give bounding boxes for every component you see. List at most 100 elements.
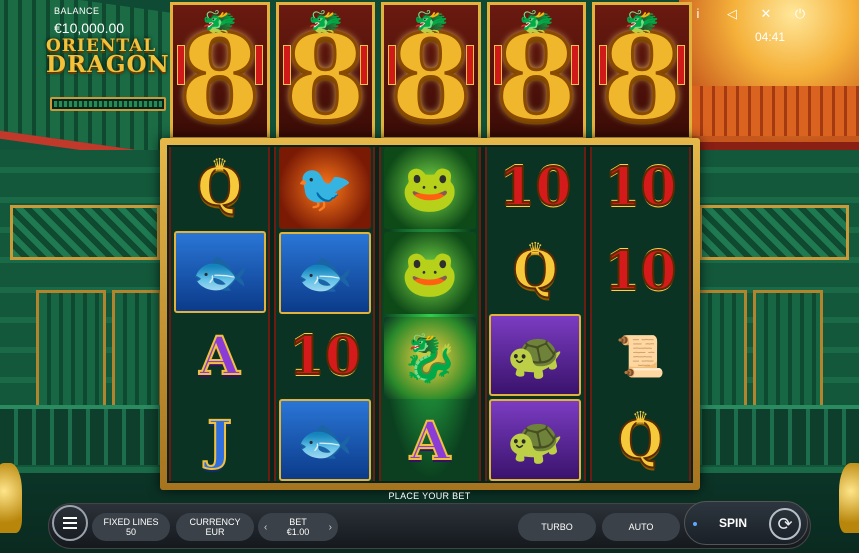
turtle-symbol-icon: 🐢 [489,314,582,396]
dragon-head-icon: 🐲 [624,6,660,37]
reel-5: 10 10 📜 Q ♛ [589,147,692,481]
reel-3: 🐸 🐸 🐉 A [379,147,481,481]
lantern-icon [282,45,291,85]
spin-button[interactable]: SPIN ⟳ [684,501,808,545]
bet-increase-icon[interactable]: › [329,522,332,533]
currency-value: EUR [205,527,225,537]
lantern-icon [599,45,608,85]
reel-symbol: 🐦 [276,147,373,229]
fullscreen-icon[interactable]: ✕ [757,6,775,22]
spin-label: SPIN [719,516,748,530]
turbo-button[interactable]: TURBO [518,513,596,541]
logo-line-2: DRAGON [46,51,170,79]
reel-symbol: Q ♛ [592,400,689,481]
reels-grid: Q ♛ 🐟 A J 🐦 🐟 10 🐟 🐸 🐸 🐉 A 10 Q ♛ 🐢 🐢 10 10 📜 Q ♛ [167,145,693,483]
fish-symbol-icon: 🐟 [173,231,266,313]
crown-icon: ♛ [527,238,544,259]
scroll-symbol-icon: 📜 [615,334,666,379]
power-icon[interactable]: ⏻ [791,6,809,22]
card-symbol: A [198,325,240,388]
reel-symbol: 10 [487,147,584,228]
bet-label: BET [289,516,307,527]
lantern-icon [254,45,263,85]
clock: 04:41 [754,30,785,44]
right-door-2 [697,290,747,410]
dragon-head-icon: 🐲 [307,6,343,37]
game-logo: ORIENTAL DRAGON [46,37,170,79]
left-door-2 [112,290,162,410]
reel-symbol: J [171,400,268,481]
fixed-lines-label: FIXED LINES [103,516,159,527]
reel-symbol: 10 [276,317,373,396]
eight-pillar: 🐲 8 [170,2,270,140]
eight-pillar: 🐲 8 [275,2,376,140]
reel-symbol: 🐸 [381,147,478,229]
lantern-icon [360,45,369,85]
right-roof [679,0,859,150]
card-symbol: 10 [603,156,677,219]
card-symbol: 10 [288,325,362,388]
place-bet-message: PLACE YOUR BET [388,491,471,501]
menu-icon [63,517,77,519]
reel-symbol: 🐸 [381,232,478,314]
fixed-lines-display: FIXED LINES 50 [92,513,170,541]
turtle-symbol-icon: 🐢 [489,399,582,481]
sound-icon[interactable]: ◁ [723,6,741,22]
dragon-head-icon: 🐲 [413,6,449,37]
auto-button[interactable]: AUTO [602,513,680,541]
balance-value: €10,000.00 [54,20,125,36]
fish-symbol-icon: 🐟 [278,399,371,481]
eight-pillar: 🐲 8 [592,2,692,140]
lantern-icon [493,45,502,85]
dragon-head-icon: 🐲 [202,6,238,37]
lantern-icon [177,45,185,85]
reel-symbol: 🐢 [487,314,584,396]
reel-4: 10 Q ♛ 🐢 🐢 [484,147,586,481]
reel-symbol: 📜 [592,315,689,397]
reel-symbol: Q ♛ [487,231,584,312]
lantern-icon [388,45,397,85]
bet-value: €1.00 [286,527,310,537]
dragon-head-icon: 🐲 [519,6,555,37]
reel-frame: Q ♛ 🐟 A J 🐦 🐟 10 🐟 🐸 🐸 🐉 A 10 Q ♛ 🐢 🐢 10 10 📜 Q ♛ [160,138,700,490]
reel-symbol: 🐢 [487,399,584,481]
currency-selector[interactable]: CURRENCY EUR [176,513,254,541]
lantern-icon [571,45,580,85]
menu-icon-line [63,522,77,524]
bonus-meter [50,97,166,111]
auto-label: AUTO [628,521,654,532]
crown-icon: ♛ [632,408,649,428]
reel-2: 🐦 🐟 10 🐟 [274,147,376,481]
reel-symbol: 🐟 [276,232,373,314]
dragon-wild-icon: 🐉 [384,317,476,399]
bet-decrease-icon[interactable]: ‹ [264,522,267,533]
right-lattice [699,205,849,260]
reel-symbol: 🐟 [171,231,268,313]
top-toolbar: i ◁ ✕ ⏻ [689,6,809,22]
card-symbol: 10 [603,240,677,303]
reel-symbol: 10 [592,231,689,312]
bet-selector: ‹ BET €1.00 › [258,513,338,541]
balance-label: BALANCE [54,6,100,16]
reel-symbol: 🐉 [381,317,478,399]
eight-pillar: 🐲 8 [381,2,481,140]
reel-1: Q ♛ 🐟 A J [169,147,271,481]
card-symbol: 10 [498,156,572,219]
left-lattice [10,205,160,260]
menu-icon-line [63,527,77,529]
lantern-icon [465,45,474,85]
reel-symbol: Q ♛ [171,147,268,228]
toad-symbol-icon: 🐸 [384,232,476,314]
bet-display: BET €1.00 [287,517,310,538]
crown-icon: ♛ [211,155,228,175]
reel-symbol: 🐟 [276,399,373,481]
spin-indicator-dot [693,522,697,526]
fixed-lines-value: 50 [125,527,136,537]
menu-button[interactable] [52,505,88,541]
phoenix-symbol-icon: 🐦 [278,147,371,229]
card-symbol: J [206,409,233,472]
turbo-label: TURBO [541,521,573,532]
currency-label: CURRENCY [189,516,241,527]
reel-symbol: 10 [592,147,689,228]
eight-pillar: 🐲 8 [486,2,587,140]
